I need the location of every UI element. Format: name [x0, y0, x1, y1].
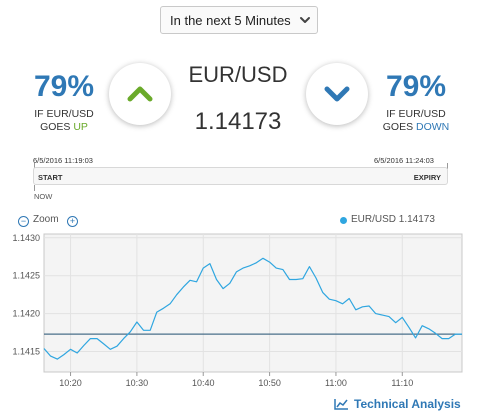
- now-label: NOW: [34, 192, 53, 201]
- x-tick-label: 11:10: [391, 378, 413, 388]
- x-tick-label: 10:30: [126, 378, 149, 388]
- chevron-down-icon: [300, 17, 310, 23]
- trade-timeline-bar: START EXPIRY: [33, 167, 448, 185]
- zoom-label: Zoom: [33, 214, 59, 225]
- arrow-down-icon: [324, 86, 350, 102]
- x-tick-label: 10:20: [59, 378, 82, 388]
- up-caption: IF EUR/USD GOES UP: [14, 108, 114, 134]
- asset-price: 1.14173: [194, 108, 282, 135]
- down-caption-line1: IF EUR/USD: [386, 108, 446, 120]
- timeline-start-label: START: [38, 173, 63, 182]
- up-caption-line1: IF EUR/USD: [34, 108, 94, 120]
- down-direction-word: DOWN: [416, 121, 450, 133]
- y-tick-label: 1.1430: [12, 233, 40, 243]
- down-caption-line2: GOES DOWN: [382, 121, 450, 133]
- up-caption-line2: GOES UP: [40, 121, 88, 133]
- call-up-button[interactable]: [109, 63, 171, 125]
- y-tick-label: 1.1420: [12, 309, 40, 319]
- now-tick: [34, 185, 35, 191]
- zoom-in-button[interactable]: +: [67, 216, 78, 227]
- down-payout-percent: 79%: [385, 70, 447, 103]
- arrow-up-icon: [127, 86, 153, 102]
- expiry-dropdown[interactable]: In the next 5 Minutes: [160, 6, 318, 34]
- line-chart-icon: [334, 399, 348, 410]
- start-timestamp: 6/5/2016 11:19:03: [33, 156, 93, 165]
- technical-analysis-link[interactable]: Technical Analysis: [334, 397, 461, 411]
- price-chart: 1.1415 1.1420 1.1425 1.1430 10:20 10:30 10:40 1…: [12, 233, 463, 388]
- technical-analysis-label: Technical Analysis: [354, 397, 461, 411]
- timeline-expiry-label: EXPIRY: [413, 173, 441, 182]
- x-tick-label: 11:00: [325, 378, 347, 388]
- y-tick-label: 1.1415: [12, 347, 40, 357]
- down-caption: IF EUR/USD GOES DOWN: [366, 108, 466, 134]
- y-tick-label: 1.1425: [12, 271, 40, 281]
- legend-dot: [340, 217, 347, 224]
- x-tick-label: 10:50: [258, 378, 281, 388]
- zoom-out-button[interactable]: −: [18, 216, 29, 227]
- asset-pair: EUR/USD: [188, 62, 288, 87]
- up-payout-percent: 79%: [33, 70, 95, 103]
- legend-entry: EUR/USD 1.14173: [351, 214, 435, 225]
- put-down-button[interactable]: [306, 63, 368, 125]
- expiry-dropdown-value: In the next 5 Minutes: [170, 12, 291, 28]
- x-tick-label: 10:40: [192, 378, 215, 388]
- up-direction-word: UP: [73, 121, 88, 133]
- expiry-timestamp: 6/5/2016 11:24:03: [374, 156, 434, 165]
